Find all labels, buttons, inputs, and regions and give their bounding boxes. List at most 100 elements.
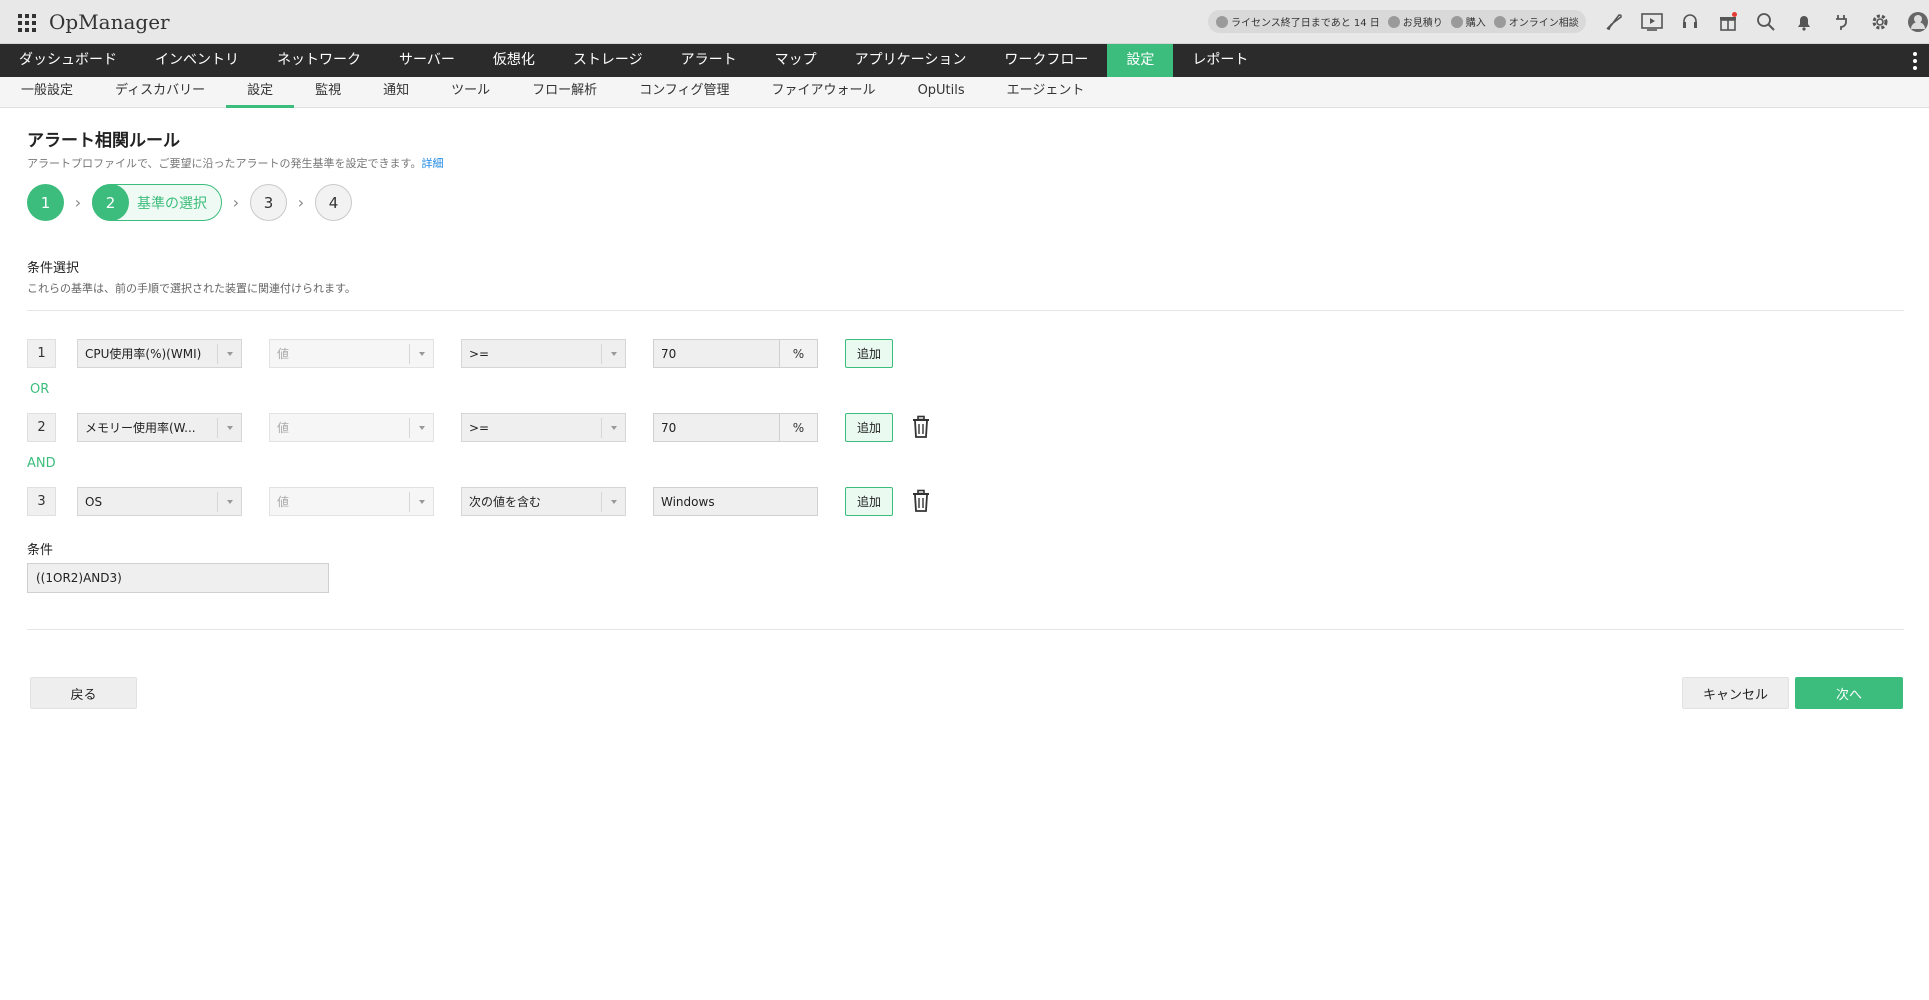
add-button[interactable]: 追加 — [845, 339, 893, 368]
step-3[interactable]: 3 — [250, 184, 287, 221]
user-icon[interactable] — [1904, 8, 1929, 36]
chevron-down-icon — [601, 418, 625, 438]
value-type-select: 値 — [269, 413, 434, 442]
chevron-down-icon — [409, 492, 433, 512]
notification-dot — [1732, 12, 1737, 17]
buy-link[interactable]: 購入 — [1450, 14, 1486, 29]
criteria-row: 1 CPU使用率(%)(WMI) 値 >= 70 % 追加 — [27, 339, 957, 368]
buy-label: 購入 — [1465, 18, 1486, 29]
divider — [27, 629, 1904, 630]
sub-nav: 一般設定 ディスカバリー 設定 監視 通知 ツール フロー解析 コンフィグ管理 … — [0, 77, 1929, 108]
subnav-tools[interactable]: ツール — [430, 77, 511, 108]
nav-applications[interactable]: アプリケーション — [836, 44, 986, 77]
nav-server[interactable]: サーバー — [380, 44, 474, 77]
license-bar: ライセンス終了日まであと 14 日 お見積り 購入 オンライン相談 — [1208, 10, 1586, 33]
next-button[interactable]: 次へ — [1795, 677, 1903, 709]
trash-icon[interactable] — [910, 489, 934, 514]
metric-select[interactable]: OS — [77, 487, 242, 516]
subnav-config-management[interactable]: コンフィグ管理 — [618, 77, 750, 108]
nav-workflow[interactable]: ワークフロー — [985, 44, 1107, 77]
subnav-configuration[interactable]: 設定 — [226, 77, 295, 108]
more-menu-icon[interactable] — [1913, 52, 1917, 70]
chevron-right-icon: › — [74, 193, 82, 212]
rocket-icon[interactable] — [1600, 8, 1628, 36]
step-2-active[interactable]: 2 基準の選択 — [92, 184, 222, 221]
headset-icon[interactable] — [1676, 8, 1704, 36]
subnav-notifications[interactable]: 通知 — [362, 77, 430, 108]
app-grid-icon[interactable] — [18, 14, 36, 32]
subnav-flow-analysis[interactable]: フロー解析 — [511, 77, 618, 108]
search-icon[interactable] — [1752, 8, 1780, 36]
nav-alerts[interactable]: アラート — [662, 44, 756, 77]
details-link[interactable]: 詳細 — [421, 157, 443, 170]
operator-select[interactable]: >= — [461, 413, 626, 442]
subnav-discovery[interactable]: ディスカバリー — [94, 77, 226, 108]
online-consult-link[interactable]: オンライン相談 — [1493, 14, 1579, 29]
metric-select[interactable]: メモリー使用率(W... — [77, 413, 242, 442]
nav-virtualization[interactable]: 仮想化 — [474, 44, 554, 77]
gift-icon[interactable] — [1714, 8, 1742, 36]
step-4[interactable]: 4 — [315, 184, 352, 221]
metric-select[interactable]: CPU使用率(%)(WMI) — [77, 339, 242, 368]
chevron-down-icon — [217, 344, 241, 364]
quote-link[interactable]: お見積り — [1387, 14, 1443, 29]
value-type-select-value: 値 — [277, 421, 290, 435]
nav-network[interactable]: ネットワーク — [258, 44, 380, 77]
nav-storage[interactable]: ストレージ — [554, 44, 662, 77]
step-2-label: 基準の選択 — [137, 195, 207, 212]
back-button[interactable]: 戻る — [30, 677, 137, 709]
metric-select-value: CPU使用率(%)(WMI) — [85, 347, 202, 361]
page-description: アラートプロファイルで、ご要望に沿ったアラートの発生基準を設定できます。詳細 — [27, 155, 443, 171]
operator-select-value: 次の値を含む — [469, 495, 542, 509]
metric-select-value: メモリー使用率(W... — [85, 421, 196, 435]
main-nav: ダッシュボード インベントリ ネットワーク サーバー 仮想化 ストレージ アラー… — [0, 44, 1929, 77]
threshold-input[interactable]: 70 — [653, 339, 780, 368]
criteria-description: これらの基準は、前の手順で選択された装置に関連付けられます。 — [27, 282, 356, 295]
bell-icon[interactable] — [1790, 8, 1818, 36]
nav-dashboard[interactable]: ダッシュボード — [0, 44, 136, 77]
add-button[interactable]: 追加 — [845, 413, 893, 442]
chat-icon — [1493, 15, 1506, 28]
gear-icon[interactable] — [1866, 8, 1894, 36]
license-remaining-label: ライセンス終了日まであと 14 日 — [1231, 18, 1380, 29]
condition-input[interactable]: ((1OR2)AND3) — [27, 563, 329, 593]
trash-icon[interactable] — [910, 415, 934, 440]
nav-settings[interactable]: 設定 — [1107, 44, 1174, 77]
criteria-row: 2 メモリー使用率(W... 値 >= 70 % 追加 — [27, 413, 957, 442]
threshold-input[interactable]: Windows — [653, 487, 818, 516]
operator-select[interactable]: >= — [461, 339, 626, 368]
video-icon[interactable] — [1638, 8, 1666, 36]
operator-select-value: >= — [469, 420, 490, 435]
license-remaining[interactable]: ライセンス終了日まであと 14 日 — [1216, 14, 1380, 29]
chevron-right-icon: › — [232, 193, 240, 212]
add-button[interactable]: 追加 — [845, 487, 893, 516]
subnav-oputils[interactable]: OpUtils — [897, 77, 986, 108]
unit-label: % — [780, 413, 818, 442]
nav-inventory[interactable]: インベントリ — [136, 44, 258, 77]
step-1[interactable]: 1 — [27, 184, 64, 221]
nav-maps[interactable]: マップ — [756, 44, 836, 77]
subnav-monitoring[interactable]: 監視 — [294, 77, 362, 108]
unit-label: % — [780, 339, 818, 368]
subnav-firewall[interactable]: ファイアウォール — [751, 77, 897, 108]
criteria-row: 3 OS 値 次の値を含む Windows 追加 — [27, 487, 957, 516]
threshold-input[interactable]: 70 — [653, 413, 780, 442]
logical-operator[interactable]: OR — [30, 382, 49, 397]
logical-operator[interactable]: AND — [27, 456, 56, 471]
subnav-agent[interactable]: エージェント — [986, 77, 1106, 108]
wizard-stepper: 1 › 2 基準の選択 › 3 › 4 — [27, 184, 352, 221]
app-title: OpManager — [49, 10, 170, 34]
page-title: アラート相関ルール — [27, 131, 180, 151]
subnav-general[interactable]: 一般設定 — [0, 77, 94, 108]
clock-icon — [1216, 15, 1228, 28]
nav-reports[interactable]: レポート — [1173, 44, 1267, 77]
cancel-button[interactable]: キャンセル — [1682, 677, 1789, 709]
condition-label: 条件 — [27, 543, 54, 558]
value-type-select-value: 値 — [277, 495, 290, 509]
chevron-down-icon — [601, 344, 625, 364]
divider — [27, 310, 1904, 311]
operator-select[interactable]: 次の値を含む — [461, 487, 626, 516]
chevron-down-icon — [409, 418, 433, 438]
plug-icon[interactable] — [1828, 8, 1856, 36]
operator-select-value: >= — [469, 346, 490, 361]
